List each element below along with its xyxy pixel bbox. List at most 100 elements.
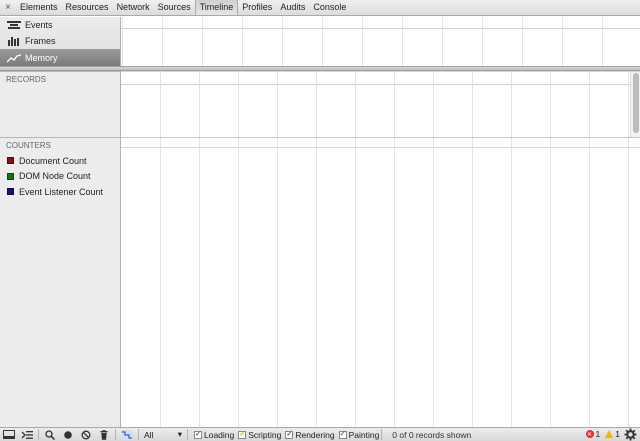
console-toggle-button[interactable] [18,428,36,441]
tab-network[interactable]: Network [113,0,154,15]
grid-line [160,72,161,138]
grid-line [602,17,603,66]
settings-button[interactable] [624,428,638,441]
search-icon [45,429,55,440]
gear-icon [624,428,637,441]
dock-icon [3,429,15,439]
filter-loading-checkbox[interactable]: ✓ Loading [194,430,234,440]
clear-button[interactable] [77,428,95,441]
grid-line [242,17,243,66]
grid-line [160,138,161,428]
overview-mode-list: Events Frames Memory [0,17,120,66]
counter-color-swatch [7,157,14,165]
checkbox-box[interactable]: ✓ [338,430,347,439]
clear-icon [81,430,91,439]
counters-section: COUNTERS Document Count DOM Node Count E… [0,137,120,427]
grid-line [522,17,523,66]
grid-line [316,138,317,428]
memory-icon [6,53,22,63]
grid-line [316,72,317,138]
grid-line [277,72,278,138]
record-button[interactable] [59,428,77,441]
tab-profiles[interactable]: Profiles [238,0,276,15]
garbage-collect-button[interactable] [95,428,113,441]
separator [38,429,39,440]
grid-line [122,17,123,66]
filter-painting-checkbox[interactable]: ✓ Painting [338,429,380,440]
separator [115,429,116,440]
grid-line [355,72,356,138]
timeline-overview-pane[interactable] [121,17,640,66]
overview-item-events[interactable]: Events [0,17,120,33]
records-title: RECORDS [6,75,47,84]
grid-line [589,72,590,138]
dock-toggle-button[interactable] [0,428,18,441]
grid-line [162,17,163,66]
grid-line [433,72,434,138]
checkbox-box[interactable]: ✓ [285,430,294,439]
overview-item-frames[interactable]: Frames [0,33,120,49]
frames-icon [7,36,21,46]
grid-line [402,17,403,66]
warning-count: 1 [615,429,620,439]
tab-timeline[interactable]: Timeline [194,0,239,15]
error-warning-counter[interactable]: ✕ 1 1 [585,429,620,439]
glue-records-button[interactable] [118,428,136,441]
grid-line [511,72,512,138]
checkbox-box[interactable]: ✓ [238,430,247,439]
checkbox-label: Scripting [248,429,282,440]
counter-color-swatch [7,172,14,180]
devtools-tab-bar: × Elements Resources Network Sources Tim… [0,0,640,16]
records-scrollbar[interactable] [630,72,640,138]
counter-dom-node-count[interactable]: DOM Node Count [0,169,120,185]
filter-rendering-checkbox[interactable]: ✓ Rendering [285,429,335,440]
tab-resources[interactable]: Resources [62,0,113,15]
counter-event-listener-count[interactable]: Event Listener Count [0,184,120,200]
records-section: RECORDS [0,71,120,137]
timeline-sidebar: Events Frames Memory RECORDS COUNTERS Do… [0,17,121,427]
grid-line [238,72,239,138]
counters-graph-pane[interactable] [121,137,640,428]
records-time-ruler [121,72,630,85]
tab-audits[interactable]: Audits [276,0,309,15]
overview-item-memory[interactable]: Memory [0,49,120,66]
counter-label: DOM Node Count [19,171,91,182]
scrollbar-thumb[interactable] [633,73,639,133]
counter-document-count[interactable]: Document Count [0,153,120,169]
grid-line [550,72,551,138]
grid-line [322,17,323,66]
checkbox-label: Rendering [295,429,335,440]
grid-line [628,138,629,428]
grid-line [472,138,473,428]
grid-line [199,72,200,138]
grid-line [628,72,629,138]
grid-line [277,138,278,428]
timeline-status-bar: All ▾ ✓ Loading ✓ Scripting ✓ Rendering … [0,427,640,441]
tab-sources[interactable]: Sources [154,0,195,15]
grid-line [589,138,590,428]
overview-item-label: Events [25,20,53,30]
filter-scripting-checkbox[interactable]: ✓ Scripting [238,430,281,440]
tab-elements[interactable]: Elements [16,0,62,15]
chevron-down-icon: ▾ [177,429,182,439]
grid-line [394,138,395,428]
warning-icon [605,430,614,438]
grid-line [355,138,356,428]
category-filter-select[interactable]: All ▾ [141,429,185,441]
grid-line [282,17,283,66]
filter-selected-value: All [144,429,154,440]
grid-line [562,17,563,66]
close-button[interactable]: × [0,0,16,16]
grid-line [482,17,483,66]
checkbox-label: Painting [348,429,380,440]
error-icon: ✕ [585,430,594,438]
record-icon [64,430,72,439]
trash-icon [100,429,108,440]
checkbox-box[interactable]: ✓ [194,430,202,439]
tab-console[interactable]: Console [309,0,350,15]
search-button[interactable] [41,428,59,441]
records-pane[interactable] [121,71,640,138]
overview-item-label: Memory [25,52,58,63]
grid-line [394,72,395,138]
grid-line [511,138,512,428]
